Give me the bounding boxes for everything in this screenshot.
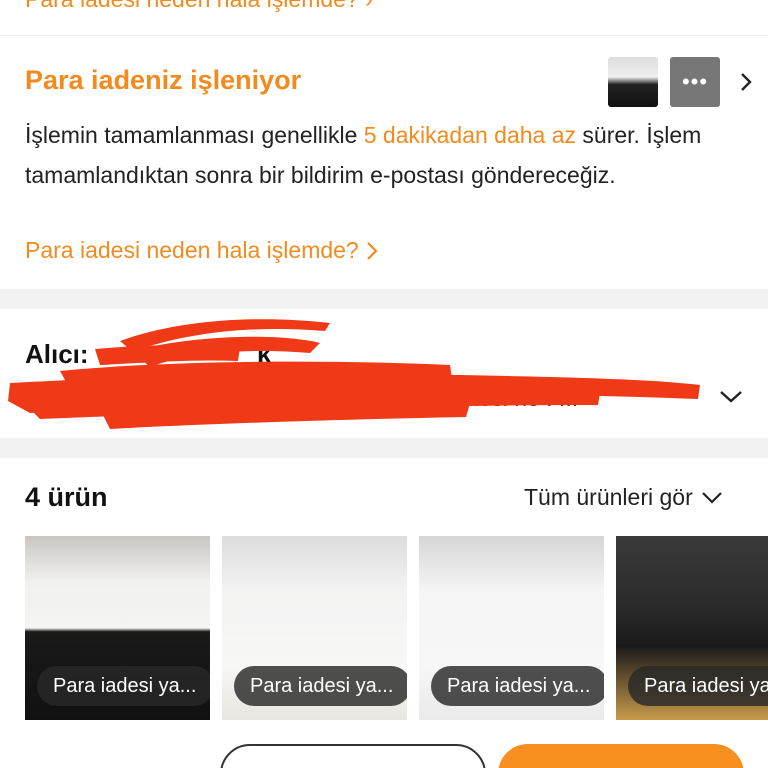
product-card[interactable]: Para iadesi ya... [25,536,210,720]
product-thumbnail[interactable] [608,57,658,107]
secondary-action-button[interactable] [220,744,486,768]
refund-status-badge: Para iadesi ya... [628,666,768,706]
top-section-cut: Para iadesi neden hala işlemde? › [0,0,768,36]
why-link-label: Para iadesi neden hala işlemde? [25,0,359,12]
chevron-right-icon: › [365,0,373,12]
recipient-section[interactable]: Alıcı: k ...sesi nyh metro ... yöreçkesi… [0,309,768,438]
more-dots-icon: ••• [681,69,709,94]
refund-status-description: İşlemin tamamlanması genellikle 5 dakika… [25,115,755,195]
why-refund-processing-link[interactable]: Para iadesi neden hala işlemde? [25,237,379,264]
chevron-down-icon [701,491,722,504]
section-divider [0,289,768,309]
why-link-label: Para iadesi neden hala işlemde? [25,237,359,263]
primary-action-button[interactable] [498,744,744,768]
why-refund-processing-link-top[interactable]: Para iadesi neden hala işlemde? › [25,0,373,13]
product-card[interactable]: Para iadesi ya... [616,536,768,720]
product-card[interactable]: Para iadesi ya... [419,536,604,720]
products-section: 4 ürün Tüm ürünleri gör Para iadesi ya..… [0,458,768,768]
product-card[interactable]: Para iadesi ya... [222,536,407,720]
products-count: 4 ürün [25,482,108,512]
more-products-thumbnail[interactable]: ••• [670,57,720,107]
refund-thumbnails[interactable]: ••• [608,57,758,107]
description-text: İşlemin tamamlanması genellikle [25,122,364,148]
refund-status-section: Para iadeniz işleniyor ••• İşlemin tamam… [0,37,768,289]
refund-status-badge: Para iadesi ya... [37,666,210,706]
chevron-right-icon[interactable] [734,70,758,94]
section-divider [0,438,768,458]
refund-status-badge: Para iadesi ya... [234,666,407,706]
refund-status-badge: Para iadesi ya... [431,666,604,706]
chevron-down-icon[interactable] [718,387,744,407]
recipient-label: Alıcı: [25,339,89,369]
refund-status-title: Para iadeniz işleniyor [25,65,302,95]
see-all-label: Tüm ürünleri gör [524,484,693,510]
recipient-name: k [92,339,271,370]
chevron-right-icon [366,241,378,260]
product-cards: Para iadesi ya... Para iadesi ya... Para… [25,536,768,720]
recipient-name-text: k [257,339,272,369]
recipient-address: ...sesi nyh metro ... yöreçkesi no : ... [210,385,579,411]
duration-highlight: 5 dakikadan daha az [363,122,577,148]
redaction-scribble [8,319,700,429]
see-all-products-button[interactable]: Tüm ürünleri gör [524,484,723,511]
